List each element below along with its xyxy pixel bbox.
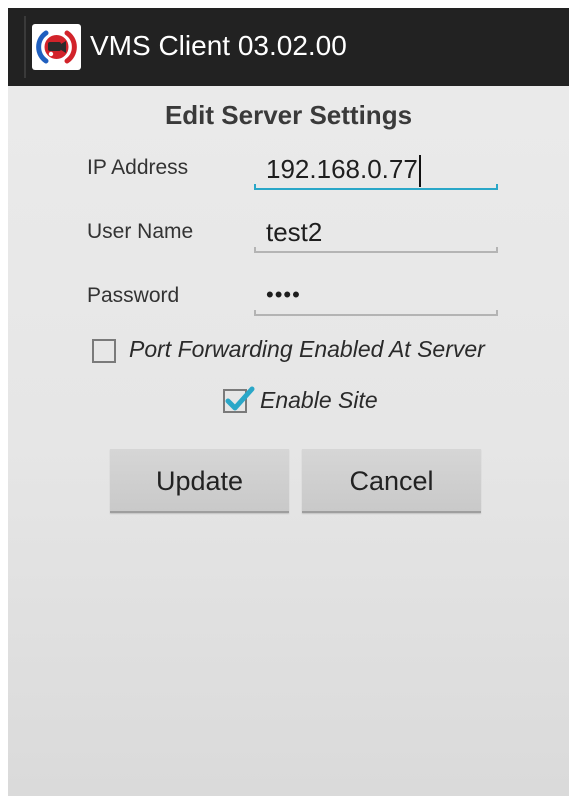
update-button[interactable]: Update <box>110 449 289 513</box>
user-name-input[interactable]: test2 <box>254 211 498 253</box>
title-bar: VMS Client 03.02.00 <box>8 8 569 86</box>
password-underline <box>254 310 498 316</box>
cancel-button[interactable]: Cancel <box>302 449 481 513</box>
vms-camera-logo-icon <box>32 24 81 70</box>
titlebar-edge <box>24 16 26 78</box>
app-screen: VMS Client 03.02.00 Edit Server Settings… <box>8 8 569 796</box>
page-title: Edit Server Settings <box>164 100 413 130</box>
port-forwarding-label[interactable]: Port Forwarding Enabled At Server <box>129 336 485 363</box>
password-input[interactable]: •••• <box>254 274 498 316</box>
checkmark-icon <box>225 386 255 411</box>
port-forwarding-checkbox[interactable] <box>92 339 116 363</box>
enable-site-checkbox[interactable] <box>223 386 255 413</box>
password-label: Password <box>87 284 180 307</box>
ip-address-input[interactable]: 192.168.0.77 <box>254 148 498 190</box>
password-value: •••• <box>266 282 301 307</box>
user-name-value: test2 <box>266 217 323 247</box>
user-name-label: User Name <box>87 220 194 243</box>
app-title: VMS Client 03.02.00 <box>90 30 347 61</box>
enable-site-label[interactable]: Enable Site <box>260 387 378 414</box>
ip-address-value: 192.168.0.77 <box>266 154 418 184</box>
ip-address-underline <box>254 184 498 190</box>
ip-address-label: IP Address <box>87 156 189 179</box>
text-cursor <box>418 155 421 188</box>
user-name-underline <box>254 247 498 253</box>
